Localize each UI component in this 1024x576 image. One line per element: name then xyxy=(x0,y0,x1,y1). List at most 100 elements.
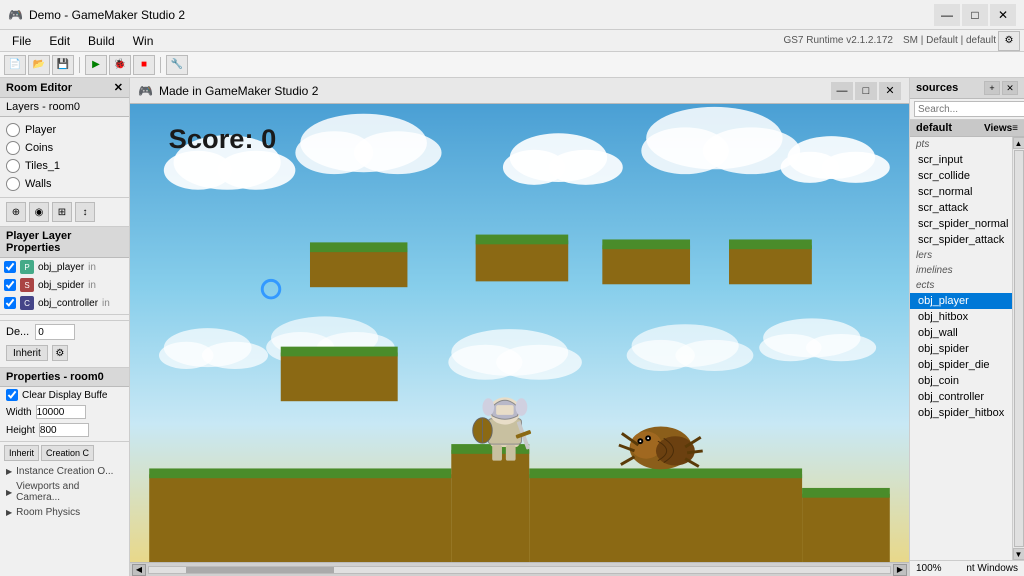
viewports-link[interactable]: ▶ Viewports and Camera... xyxy=(0,479,129,505)
tool-clean[interactable]: 🔧 xyxy=(166,55,188,75)
instance-creation-link[interactable]: ▶ Instance Creation O... xyxy=(0,464,129,479)
menu-edit[interactable]: Edit xyxy=(41,32,78,50)
game-minimize-btn[interactable]: — xyxy=(831,82,853,100)
inherit-row: Inherit ⚙ xyxy=(0,343,129,363)
search-input[interactable] xyxy=(914,101,1024,117)
menu-win[interactable]: Win xyxy=(125,32,162,50)
prop-player-name: obj_player xyxy=(38,262,84,273)
tool-stop[interactable]: ■ xyxy=(133,55,155,75)
tri-icon-3: ▶ xyxy=(6,508,12,517)
resources-close-btn[interactable]: ✕ xyxy=(1002,81,1018,95)
tool-open[interactable]: 📂 xyxy=(28,55,50,75)
res-scroll-down[interactable]: ▼ xyxy=(1013,548,1024,560)
res-scr-spider-attack[interactable]: scr_spider_attack xyxy=(910,232,1012,248)
prop-controller-name: obj_controller xyxy=(38,298,98,309)
tool-new[interactable]: 📄 xyxy=(4,55,26,75)
res-scr-collide[interactable]: scr_collide xyxy=(910,168,1012,184)
prop-controller-check[interactable] xyxy=(4,297,16,309)
prop-controller[interactable]: C obj_controller in xyxy=(0,294,129,312)
layer-tool-add[interactable]: ⊕ xyxy=(6,202,26,222)
res-obj-spider-hitbox[interactable]: obj_spider_hitbox xyxy=(910,405,1012,421)
game-title-left: 🎮 Made in GameMaker Studio 2 xyxy=(138,84,318,98)
room-physics-link[interactable]: ▶ Room Physics xyxy=(0,505,129,520)
width-input[interactable] xyxy=(36,405,86,419)
clear-display-check[interactable] xyxy=(6,389,18,401)
layer-circle-player xyxy=(6,123,20,137)
search-bar: ◀ ▶ xyxy=(910,99,1024,120)
room-editor-close[interactable]: ✕ xyxy=(114,81,123,94)
creation-button[interactable]: Creation C xyxy=(41,445,94,461)
layer-player[interactable]: Player xyxy=(0,121,129,139)
close-button[interactable]: ✕ xyxy=(990,4,1016,26)
depth-row: De... xyxy=(0,320,129,343)
scroll-right-btn[interactable]: ▶ xyxy=(893,564,907,576)
game-title-bar: 🎮 Made in GameMaker Studio 2 — □ ✕ xyxy=(130,78,909,104)
res-scr-input[interactable]: scr_input xyxy=(910,152,1012,168)
scroll-track[interactable] xyxy=(148,566,891,574)
depth-input[interactable] xyxy=(35,324,75,340)
player-props-header: Player Layer Properties xyxy=(0,227,129,258)
clear-display-label: Clear Display Buffe xyxy=(22,390,107,401)
prop-player-check[interactable] xyxy=(4,261,16,273)
layer-tool-tile[interactable]: ⊞ xyxy=(52,202,72,222)
tool-debug[interactable]: 🐞 xyxy=(109,55,131,75)
minimize-button[interactable]: — xyxy=(934,4,960,26)
layer-tool-obj[interactable]: ◉ xyxy=(29,202,49,222)
layer-tiles[interactable]: Tiles_1 xyxy=(0,157,129,175)
title-bar-controls: — □ ✕ xyxy=(934,4,1016,26)
layer-list: Player Coins Tiles_1 Walls xyxy=(0,117,129,198)
left-panel: Room Editor ✕ Layers - room0 Player Coin… xyxy=(0,78,130,576)
inherit-button[interactable]: Inherit xyxy=(6,345,48,361)
inherit-gear-button[interactable]: ⚙ xyxy=(52,345,68,361)
game-win-buttons: — □ ✕ xyxy=(831,82,901,100)
layer-tool-move[interactable]: ↕ xyxy=(75,202,95,222)
prop-player[interactable]: P obj_player in xyxy=(0,258,129,276)
res-obj-controller[interactable]: obj_controller xyxy=(910,389,1012,405)
title-bar-left: 🎮 Demo - GameMaker Studio 2 xyxy=(8,8,185,22)
maximize-button[interactable]: □ xyxy=(962,4,988,26)
handlers-label: lers xyxy=(910,248,1012,263)
res-obj-player[interactable]: obj_player xyxy=(910,293,1012,309)
res-scr-normal[interactable]: scr_normal xyxy=(910,184,1012,200)
inherit-bottom-button[interactable]: Inherit xyxy=(4,445,39,461)
layer-walls[interactable]: Walls xyxy=(0,175,129,193)
res-obj-spider-die[interactable]: obj_spider_die xyxy=(910,357,1012,373)
room-props-title: Properties - room0 xyxy=(6,371,104,383)
resources-plus-btn[interactable]: + xyxy=(984,81,1000,95)
tool-play[interactable]: ▶ xyxy=(85,55,107,75)
prop-spider[interactable]: S obj_spider in xyxy=(0,276,129,294)
res-obj-coin[interactable]: obj_coin xyxy=(910,373,1012,389)
menu-file[interactable]: File xyxy=(4,32,39,50)
resources-scrollbar[interactable]: ▲ ▼ xyxy=(1012,137,1024,560)
game-close-btn[interactable]: ✕ xyxy=(879,82,901,100)
sky-background xyxy=(130,104,909,562)
tri-icon-2: ▶ xyxy=(6,488,12,497)
layer-coins[interactable]: Coins xyxy=(0,139,129,157)
res-obj-spider[interactable]: obj_spider xyxy=(910,341,1012,357)
settings-button[interactable]: ⚙ xyxy=(998,31,1020,51)
res-scr-spider-normal[interactable]: scr_spider_normal xyxy=(910,216,1012,232)
room-props-header: Properties - room0 xyxy=(0,368,129,387)
menu-build[interactable]: Build xyxy=(80,32,123,50)
tool-save[interactable]: 💾 xyxy=(52,55,74,75)
prop-spider-check[interactable] xyxy=(4,279,16,291)
resources-default-label: default xyxy=(916,122,952,134)
res-scr-attack[interactable]: scr_attack xyxy=(910,200,1012,216)
res-scroll-track xyxy=(1014,150,1024,547)
layer-circle-tiles xyxy=(6,159,20,173)
res-obj-hitbox[interactable]: obj_hitbox xyxy=(910,309,1012,325)
res-scroll-up[interactable]: ▲ xyxy=(1013,137,1024,149)
game-maximize-btn[interactable]: □ xyxy=(855,82,877,100)
objects-label: ects xyxy=(910,278,1012,293)
scroll-left-btn[interactable]: ◀ xyxy=(132,564,146,576)
game-window-title: Made in GameMaker Studio 2 xyxy=(159,84,318,98)
room-editor-title: Room Editor xyxy=(6,82,72,94)
game-scrollbar[interactable]: ◀ ▶ xyxy=(130,562,909,576)
height-input[interactable] xyxy=(39,423,89,437)
right-header-buttons: + ✕ xyxy=(984,81,1018,95)
width-row: Width xyxy=(0,403,129,421)
header-right: SM | Default | default xyxy=(903,35,996,46)
views-button[interactable]: Views≡ xyxy=(984,123,1018,134)
res-obj-wall[interactable]: obj_wall xyxy=(910,325,1012,341)
game-window: 🎮 Made in GameMaker Studio 2 — □ ✕ xyxy=(130,78,909,576)
